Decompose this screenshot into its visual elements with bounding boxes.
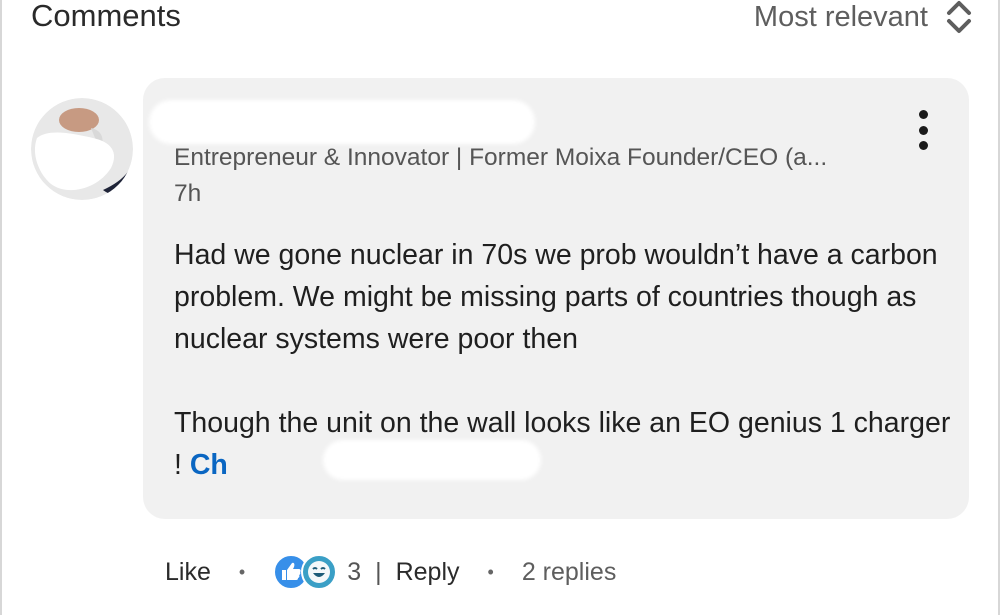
frame-border-left xyxy=(0,0,2,615)
funny-icon xyxy=(301,554,338,590)
reactions-summary[interactable]: 3 xyxy=(273,554,361,590)
comment-paragraph-2-text: Though the unit on the wall looks like a… xyxy=(174,407,951,481)
comment-paragraph-1: Had we gone nuclear in 70s we prob would… xyxy=(174,239,938,355)
comments-heading: Comments xyxy=(31,0,181,33)
author-headline: Entrepreneur & Innovator | Former Moixa … xyxy=(174,144,828,171)
reply-button[interactable]: Reply xyxy=(396,558,460,587)
comment-paragraph-2: Though the unit on the wall looks like a… xyxy=(174,402,954,486)
comment-timestamp: 7h xyxy=(174,180,202,207)
dot-separator: • xyxy=(487,561,494,582)
sort-dropdown[interactable]: Most relevant xyxy=(754,0,972,36)
redacted-name xyxy=(149,100,535,144)
sort-chevrons-icon xyxy=(946,0,972,34)
dot-separator: • xyxy=(238,561,246,582)
sort-label: Most relevant xyxy=(753,0,928,33)
pipe-separator: | xyxy=(375,557,382,586)
replies-link[interactable]: 2 replies xyxy=(522,558,617,587)
like-button[interactable]: Like xyxy=(165,558,211,587)
more-options-icon[interactable] xyxy=(911,110,935,150)
redacted-mention xyxy=(323,440,541,480)
comment-bubble: Entrepreneur & Innovator | Former Moixa … xyxy=(143,78,969,519)
comment-body: Had we gone nuclear in 70s we prob would… xyxy=(174,234,954,486)
avatar[interactable] xyxy=(31,98,133,200)
comment-actions: Like • 3 | Reply • 2 replies xyxy=(165,552,616,592)
mention-link[interactable]: Ch xyxy=(190,449,228,481)
reaction-count: 3 xyxy=(347,557,362,586)
